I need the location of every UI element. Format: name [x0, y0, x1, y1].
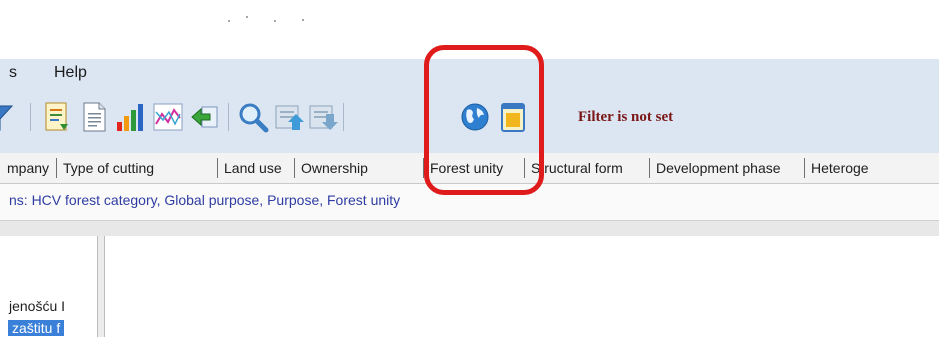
- tab-company[interactable]: mpany: [7, 153, 49, 183]
- export-up-icon[interactable]: [272, 100, 306, 134]
- tab-separator: [804, 158, 805, 178]
- selected-columns-text: ns: HCV forest category, Global purpose,…: [9, 192, 401, 208]
- tab-heterogeneity[interactable]: Heteroge: [811, 153, 869, 183]
- tab-separator: [649, 158, 650, 178]
- tab-separator: [294, 158, 295, 178]
- tab-separator: [217, 158, 218, 178]
- globe-icon[interactable]: [458, 100, 492, 134]
- import-down-icon[interactable]: [306, 100, 340, 134]
- filter-status-text: Filter is not set: [578, 109, 674, 125]
- tab-strip: mpany Type of cutting Land use Ownership…: [0, 153, 939, 184]
- menu-item-truncated[interactable]: s: [9, 64, 17, 82]
- tab-separator: [56, 158, 57, 178]
- tab-development-phase[interactable]: Development phase: [656, 153, 781, 183]
- line-graph-icon[interactable]: [151, 100, 185, 134]
- back-arrow-icon[interactable]: [188, 100, 222, 134]
- tab-structural-form[interactable]: Structural form: [531, 153, 623, 183]
- app-header: s Help Filter is not set: [0, 59, 939, 153]
- bar-chart-icon[interactable]: [113, 100, 147, 134]
- toolbar-separator: [541, 103, 542, 131]
- calendar-icon[interactable]: [496, 100, 530, 134]
- selected-columns-line: ns: HCV forest category, Global purpose,…: [0, 184, 939, 220]
- tab-type-of-cutting[interactable]: Type of cutting: [63, 153, 154, 183]
- tab-land-use[interactable]: Land use: [224, 153, 282, 183]
- tab-forest-unity[interactable]: Forest unity: [430, 153, 503, 183]
- tree-item[interactable]: jenošću I: [9, 298, 65, 314]
- menu-item-help[interactable]: Help: [54, 64, 87, 82]
- document-page-icon[interactable]: [77, 100, 111, 134]
- document-report-icon[interactable]: [40, 100, 74, 134]
- tab-separator: [423, 158, 424, 178]
- toolbar: Filter is not set: [0, 97, 939, 139]
- toolbar-separator: [228, 103, 229, 131]
- tab-ownership[interactable]: Ownership: [301, 153, 368, 183]
- toolbar-separator: [343, 103, 344, 131]
- toolbar-separator: [30, 103, 31, 131]
- right-content-pane: [105, 236, 939, 337]
- filter-funnel-icon[interactable]: [0, 100, 14, 134]
- pane-header-divider: [0, 220, 939, 237]
- magnifier-icon[interactable]: [236, 100, 270, 134]
- tree-item-selected[interactable]: zaštitu f: [8, 320, 65, 336]
- tab-separator: [524, 158, 525, 178]
- left-tree-pane: jenošću I zaštitu f: [0, 236, 97, 337]
- menu-bar: s Help: [0, 59, 939, 89]
- pane-splitter[interactable]: [97, 236, 105, 337]
